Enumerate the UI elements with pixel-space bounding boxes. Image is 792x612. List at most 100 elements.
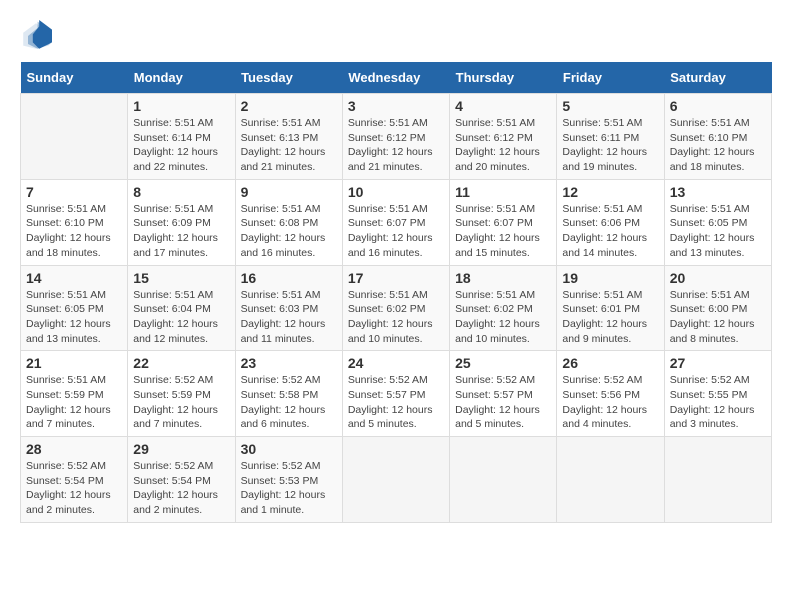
calendar-week-row: 1 Sunrise: 5:51 AMSunset: 6:14 PMDaylight…: [21, 94, 772, 180]
day-number: 26: [562, 355, 658, 371]
calendar-day-7: 7 Sunrise: 5:51 AMSunset: 6:10 PMDaylight…: [21, 179, 128, 265]
day-number: 8: [133, 184, 229, 200]
day-info: Sunrise: 5:52 AMSunset: 5:55 PMDaylight:…: [670, 373, 766, 432]
calendar-day-24: 24 Sunrise: 5:52 AMSunset: 5:57 PMDayligh…: [342, 351, 449, 437]
day-number: 24: [348, 355, 444, 371]
day-number: 4: [455, 98, 551, 114]
calendar-day-20: 20 Sunrise: 5:51 AMSunset: 6:00 PMDayligh…: [664, 265, 771, 351]
day-number: 21: [26, 355, 122, 371]
day-number: 14: [26, 270, 122, 286]
weekday-header-thursday: Thursday: [450, 62, 557, 94]
calendar-day-18: 18 Sunrise: 5:51 AMSunset: 6:02 PMDayligh…: [450, 265, 557, 351]
calendar-week-row: 7 Sunrise: 5:51 AMSunset: 6:10 PMDaylight…: [21, 179, 772, 265]
calendar-day-empty: [664, 437, 771, 523]
calendar-day-10: 10 Sunrise: 5:51 AMSunset: 6:07 PMDayligh…: [342, 179, 449, 265]
day-info: Sunrise: 5:51 AMSunset: 6:04 PMDaylight:…: [133, 288, 229, 347]
day-info: Sunrise: 5:51 AMSunset: 6:01 PMDaylight:…: [562, 288, 658, 347]
calendar-day-14: 14 Sunrise: 5:51 AMSunset: 6:05 PMDayligh…: [21, 265, 128, 351]
day-number: 27: [670, 355, 766, 371]
day-number: 1: [133, 98, 229, 114]
day-info: Sunrise: 5:51 AMSunset: 6:07 PMDaylight:…: [348, 202, 444, 261]
calendar-day-25: 25 Sunrise: 5:52 AMSunset: 5:57 PMDayligh…: [450, 351, 557, 437]
day-number: 10: [348, 184, 444, 200]
day-number: 6: [670, 98, 766, 114]
day-info: Sunrise: 5:51 AMSunset: 6:12 PMDaylight:…: [348, 116, 444, 175]
day-number: 30: [241, 441, 337, 457]
calendar-day-30: 30 Sunrise: 5:52 AMSunset: 5:53 PMDayligh…: [235, 437, 342, 523]
day-number: 5: [562, 98, 658, 114]
day-info: Sunrise: 5:51 AMSunset: 6:02 PMDaylight:…: [455, 288, 551, 347]
day-info: Sunrise: 5:51 AMSunset: 6:10 PMDaylight:…: [26, 202, 122, 261]
day-info: Sunrise: 5:52 AMSunset: 5:54 PMDaylight:…: [133, 459, 229, 518]
day-number: 9: [241, 184, 337, 200]
day-number: 16: [241, 270, 337, 286]
day-number: 2: [241, 98, 337, 114]
calendar-day-5: 5Sunrise: 5:51 AMSunset: 6:11 PMDaylight…: [557, 94, 664, 180]
calendar-day-28: 28Sunrise: 5:52 AMSunset: 5:54 PMDayligh…: [21, 437, 128, 523]
weekday-header-monday: Monday: [128, 62, 235, 94]
day-info: Sunrise: 5:51 AMSunset: 6:12 PMDaylight:…: [455, 116, 551, 175]
calendar-day-15: 15 Sunrise: 5:51 AMSunset: 6:04 PMDayligh…: [128, 265, 235, 351]
calendar-week-row: 21 Sunrise: 5:51 AMSunset: 5:59 PMDayligh…: [21, 351, 772, 437]
day-info: Sunrise: 5:52 AMSunset: 5:54 PMDaylight:…: [26, 459, 122, 518]
calendar-table: SundayMondayTuesdayWednesdayThursdayFrid…: [20, 62, 772, 523]
calendar-week-row: 14 Sunrise: 5:51 AMSunset: 6:05 PMDayligh…: [21, 265, 772, 351]
calendar-day-22: 22Sunrise: 5:52 AMSunset: 5:59 PMDayligh…: [128, 351, 235, 437]
calendar-day-empty: [557, 437, 664, 523]
calendar-day-6: 6 Sunrise: 5:51 AMSunset: 6:10 PMDaylight…: [664, 94, 771, 180]
day-number: 11: [455, 184, 551, 200]
day-info: Sunrise: 5:51 AMSunset: 6:05 PMDaylight:…: [26, 288, 122, 347]
weekday-header-tuesday: Tuesday: [235, 62, 342, 94]
calendar-day-3: 3 Sunrise: 5:51 AMSunset: 6:12 PMDaylight…: [342, 94, 449, 180]
day-info: Sunrise: 5:51 AMSunset: 6:07 PMDaylight:…: [455, 202, 551, 261]
day-info: Sunrise: 5:51 AMSunset: 6:08 PMDaylight:…: [241, 202, 337, 261]
calendar-day-27: 27 Sunrise: 5:52 AMSunset: 5:55 PMDayligh…: [664, 351, 771, 437]
calendar-header-row: SundayMondayTuesdayWednesdayThursdayFrid…: [21, 62, 772, 94]
day-number: 15: [133, 270, 229, 286]
calendar-day-11: 11 Sunrise: 5:51 AMSunset: 6:07 PMDayligh…: [450, 179, 557, 265]
day-number: 12: [562, 184, 658, 200]
day-number: 25: [455, 355, 551, 371]
day-info: Sunrise: 5:52 AMSunset: 5:56 PMDaylight:…: [562, 373, 658, 432]
day-number: 29: [133, 441, 229, 457]
day-number: 13: [670, 184, 766, 200]
calendar-week-row: 28Sunrise: 5:52 AMSunset: 5:54 PMDayligh…: [21, 437, 772, 523]
day-info: Sunrise: 5:52 AMSunset: 5:59 PMDaylight:…: [133, 373, 229, 432]
calendar-day-1: 1 Sunrise: 5:51 AMSunset: 6:14 PMDaylight…: [128, 94, 235, 180]
weekday-header-friday: Friday: [557, 62, 664, 94]
calendar-day-26: 26 Sunrise: 5:52 AMSunset: 5:56 PMDayligh…: [557, 351, 664, 437]
day-info: Sunrise: 5:51 AMSunset: 6:00 PMDaylight:…: [670, 288, 766, 347]
day-info: Sunrise: 5:51 AMSunset: 6:13 PMDaylight:…: [241, 116, 337, 175]
day-info: Sunrise: 5:52 AMSunset: 5:57 PMDaylight:…: [455, 373, 551, 432]
day-info: Sunrise: 5:52 AMSunset: 5:57 PMDaylight:…: [348, 373, 444, 432]
calendar-day-19: 19 Sunrise: 5:51 AMSunset: 6:01 PMDayligh…: [557, 265, 664, 351]
weekday-header-sunday: Sunday: [21, 62, 128, 94]
weekday-header-wednesday: Wednesday: [342, 62, 449, 94]
day-info: Sunrise: 5:51 AMSunset: 6:05 PMDaylight:…: [670, 202, 766, 261]
calendar-day-21: 21 Sunrise: 5:51 AMSunset: 5:59 PMDayligh…: [21, 351, 128, 437]
calendar-day-16: 16Sunrise: 5:51 AMSunset: 6:03 PMDayligh…: [235, 265, 342, 351]
day-info: Sunrise: 5:51 AMSunset: 6:09 PMDaylight:…: [133, 202, 229, 261]
day-number: 20: [670, 270, 766, 286]
logo-icon: [20, 20, 52, 52]
day-info: Sunrise: 5:51 AMSunset: 6:10 PMDaylight:…: [670, 116, 766, 175]
day-info: Sunrise: 5:51 AMSunset: 6:06 PMDaylight:…: [562, 202, 658, 261]
calendar-day-12: 12 Sunrise: 5:51 AMSunset: 6:06 PMDayligh…: [557, 179, 664, 265]
calendar-day-23: 23 Sunrise: 5:52 AMSunset: 5:58 PMDayligh…: [235, 351, 342, 437]
day-number: 19: [562, 270, 658, 286]
calendar-day-13: 13 Sunrise: 5:51 AMSunset: 6:05 PMDayligh…: [664, 179, 771, 265]
day-info: Sunrise: 5:51 AMSunset: 6:14 PMDaylight:…: [133, 116, 229, 175]
calendar-day-2: 2 Sunrise: 5:51 AMSunset: 6:13 PMDaylight…: [235, 94, 342, 180]
day-number: 7: [26, 184, 122, 200]
day-info: Sunrise: 5:51 AMSunset: 6:02 PMDaylight:…: [348, 288, 444, 347]
day-info: Sunrise: 5:52 AMSunset: 5:58 PMDaylight:…: [241, 373, 337, 432]
day-number: 3: [348, 98, 444, 114]
calendar-day-empty: [450, 437, 557, 523]
calendar-day-9: 9 Sunrise: 5:51 AMSunset: 6:08 PMDaylight…: [235, 179, 342, 265]
day-info: Sunrise: 5:51 AMSunset: 5:59 PMDaylight:…: [26, 373, 122, 432]
day-info: Sunrise: 5:52 AMSunset: 5:53 PMDaylight:…: [241, 459, 337, 518]
day-number: 23: [241, 355, 337, 371]
calendar-day-4: 4 Sunrise: 5:51 AMSunset: 6:12 PMDaylight…: [450, 94, 557, 180]
day-number: 18: [455, 270, 551, 286]
calendar-day-17: 17Sunrise: 5:51 AMSunset: 6:02 PMDayligh…: [342, 265, 449, 351]
